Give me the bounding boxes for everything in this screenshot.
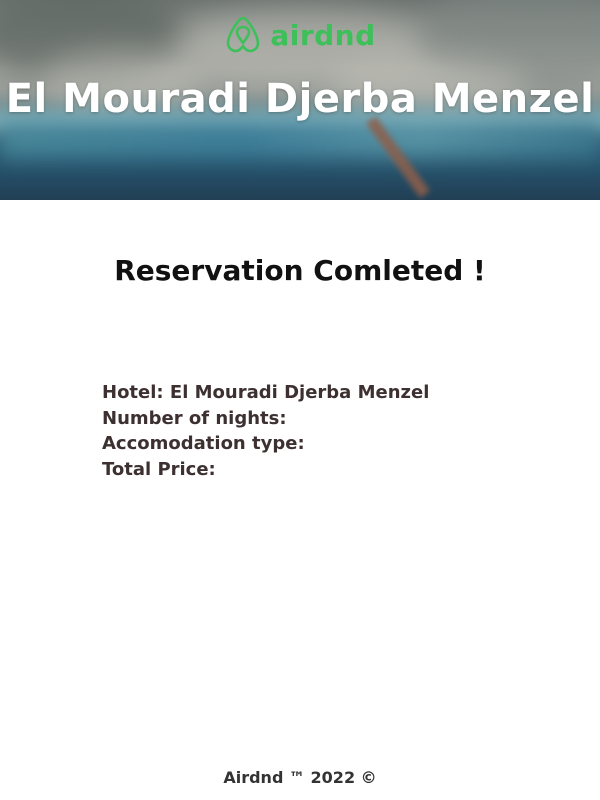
detail-label: Total Price: xyxy=(102,458,216,480)
reservation-page: airdnd El Mouradi Djerba Menzel Reservat… xyxy=(0,0,600,800)
brand-name: airdnd xyxy=(270,19,376,52)
footer-copyright: Airdnd ™ 2022 © xyxy=(223,768,377,787)
detail-label: Accomodation type: xyxy=(102,433,305,454)
detail-label: Number of nights: xyxy=(102,407,287,429)
detail-hotel: Hotel: El Mouradi Djerba Menzel xyxy=(102,380,429,406)
hero-banner: airdnd El Mouradi Djerba Menzel xyxy=(0,0,600,200)
detail-accommodation: Accomodation type: xyxy=(102,431,429,457)
detail-value: El Mouradi Djerba Menzel xyxy=(169,382,430,403)
airdnd-logo-icon xyxy=(224,14,262,58)
reservation-details: Hotel: El Mouradi Djerba Menzel Number o… xyxy=(102,380,429,482)
detail-nights: Number of nights: xyxy=(102,406,429,432)
brand-logo[interactable]: airdnd xyxy=(0,14,600,58)
detail-label: Hotel: xyxy=(102,382,164,403)
hotel-title: El Mouradi Djerba Menzel xyxy=(5,76,595,122)
detail-total-price: Total Price: xyxy=(102,457,429,483)
confirmation-heading: Reservation Comleted ! xyxy=(114,254,486,287)
